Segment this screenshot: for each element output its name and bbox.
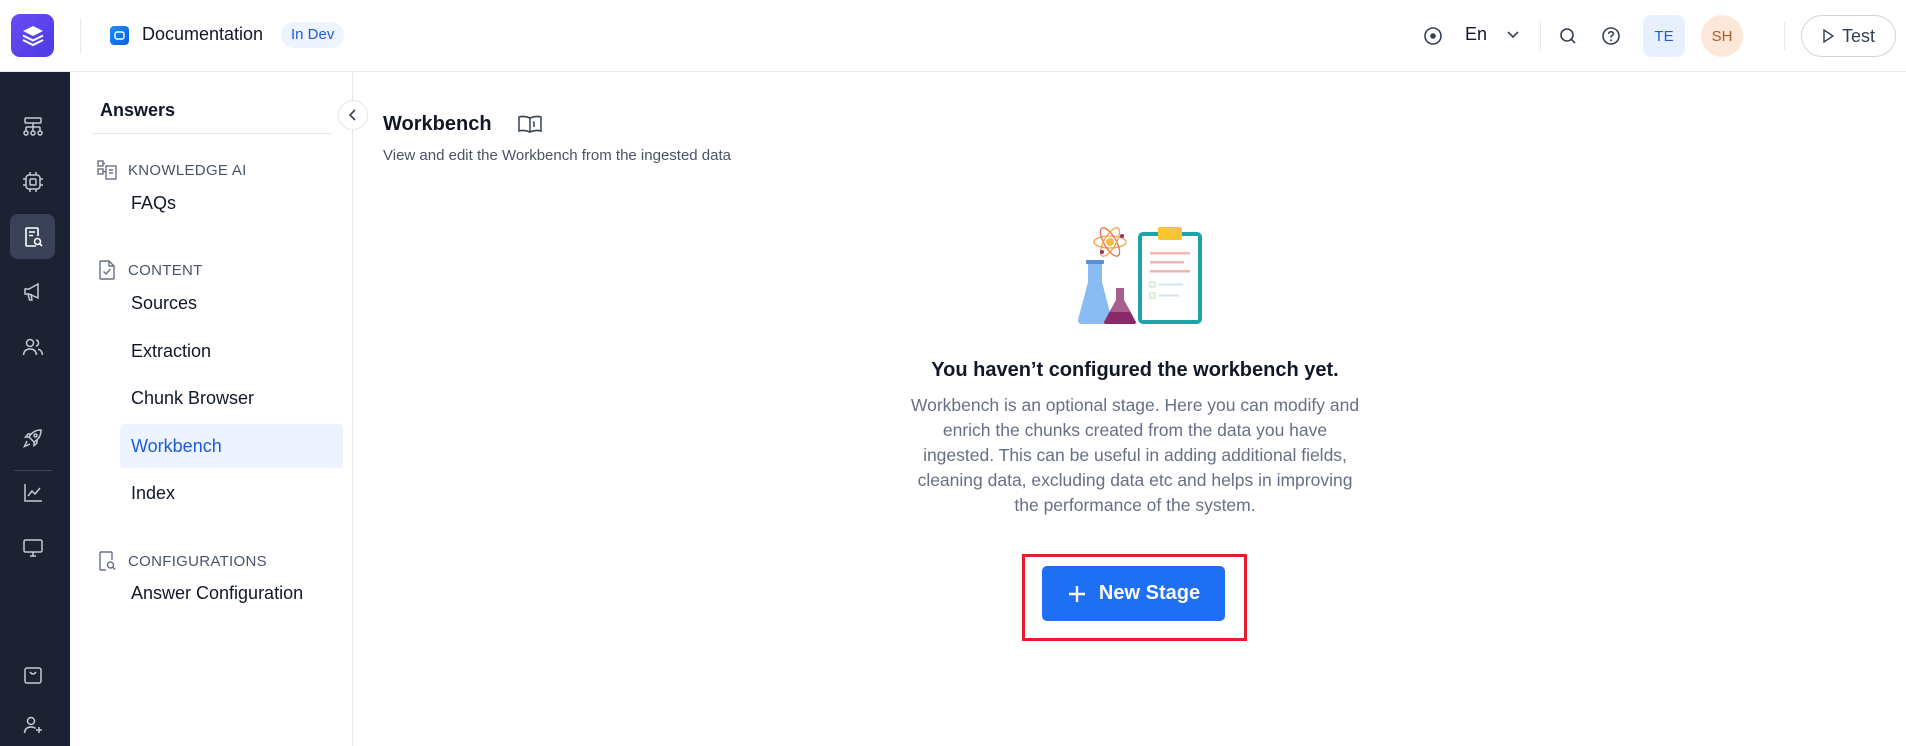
sidebar-item-sources[interactable]: Sources — [120, 281, 343, 325]
play-icon — [1823, 29, 1834, 43]
header-separator — [1784, 22, 1785, 50]
megaphone-icon[interactable] — [10, 269, 55, 314]
empty-state-title: You haven’t configured the workbench yet… — [931, 359, 1339, 381]
flow-icon[interactable] — [10, 104, 55, 149]
section-knowledge-ai: KNOWLEDGE AI — [96, 157, 247, 183]
sidebar-divider — [92, 133, 332, 134]
empty-state-description: Workbench is an optional stage. Here you… — [910, 395, 1360, 515]
sidebar-item-workbench[interactable]: Workbench — [120, 424, 343, 468]
monitor-icon[interactable] — [10, 525, 55, 570]
header-separator — [1540, 22, 1541, 50]
sidebar-item-faqs[interactable]: FAQs — [120, 181, 343, 225]
lab-illustration — [1064, 220, 1204, 332]
store-icon[interactable] — [10, 652, 55, 697]
plus-icon — [1068, 585, 1085, 602]
new-stage-button[interactable]: New Stage — [1042, 566, 1225, 621]
language-selector[interactable]: En — [1465, 24, 1487, 45]
section-label: CONTENT — [128, 261, 203, 279]
chevron-left-icon — [348, 109, 356, 121]
app-icon — [110, 26, 129, 45]
users-icon[interactable] — [10, 324, 55, 369]
section-label: CONFIGURATIONS — [128, 552, 267, 570]
record-icon[interactable] — [1419, 22, 1447, 50]
page-subtitle: View and edit the Workbench from the ing… — [383, 147, 731, 164]
sidebar-item-answer-configuration[interactable]: Answer Configuration — [120, 571, 343, 615]
top-bar: Documentation In Dev En TE SH Test — [0, 0, 1906, 72]
sidebar-item-chunk-browser[interactable]: Chunk Browser — [120, 376, 343, 420]
config-icon — [99, 551, 116, 571]
bot-icon[interactable] — [10, 159, 55, 204]
app-logo-icon[interactable] — [11, 14, 54, 57]
section-label: KNOWLEDGE AI — [128, 161, 247, 179]
search-icon[interactable] — [1554, 22, 1582, 50]
collapse-sidebar-button[interactable] — [338, 100, 368, 130]
secondary-sidebar: Answers KNOWLEDGE AI FAQs CONTENT Source… — [70, 72, 353, 746]
add-user-icon[interactable] — [10, 702, 55, 746]
sidebar-title: Answers — [100, 100, 176, 120]
page-title: Workbench — [383, 113, 492, 135]
sidebar-item-index[interactable]: Index — [120, 471, 343, 515]
avatar-te[interactable]: TE — [1643, 15, 1685, 57]
knowledge-icon — [97, 160, 117, 180]
status-badge: In Dev — [281, 22, 345, 48]
header-divider — [80, 18, 81, 54]
test-button[interactable]: Test — [1801, 15, 1896, 57]
chevron-down-icon[interactable] — [1505, 26, 1521, 47]
new-stage-label: New Stage — [1098, 582, 1201, 604]
section-content: CONTENT — [96, 257, 203, 283]
help-icon[interactable] — [1597, 22, 1625, 50]
test-button-label: Test — [1841, 25, 1875, 46]
app-title[interactable]: Documentation — [142, 24, 263, 45]
primary-rail — [0, 72, 70, 746]
avatar-sh[interactable]: SH — [1701, 15, 1743, 57]
search-doc-icon[interactable] — [10, 214, 55, 259]
book-icon[interactable] — [517, 113, 543, 140]
rocket-icon[interactable] — [10, 415, 55, 460]
analytics-icon[interactable] — [10, 470, 55, 515]
content-icon — [99, 260, 115, 280]
sidebar-item-extraction[interactable]: Extraction — [120, 329, 343, 373]
